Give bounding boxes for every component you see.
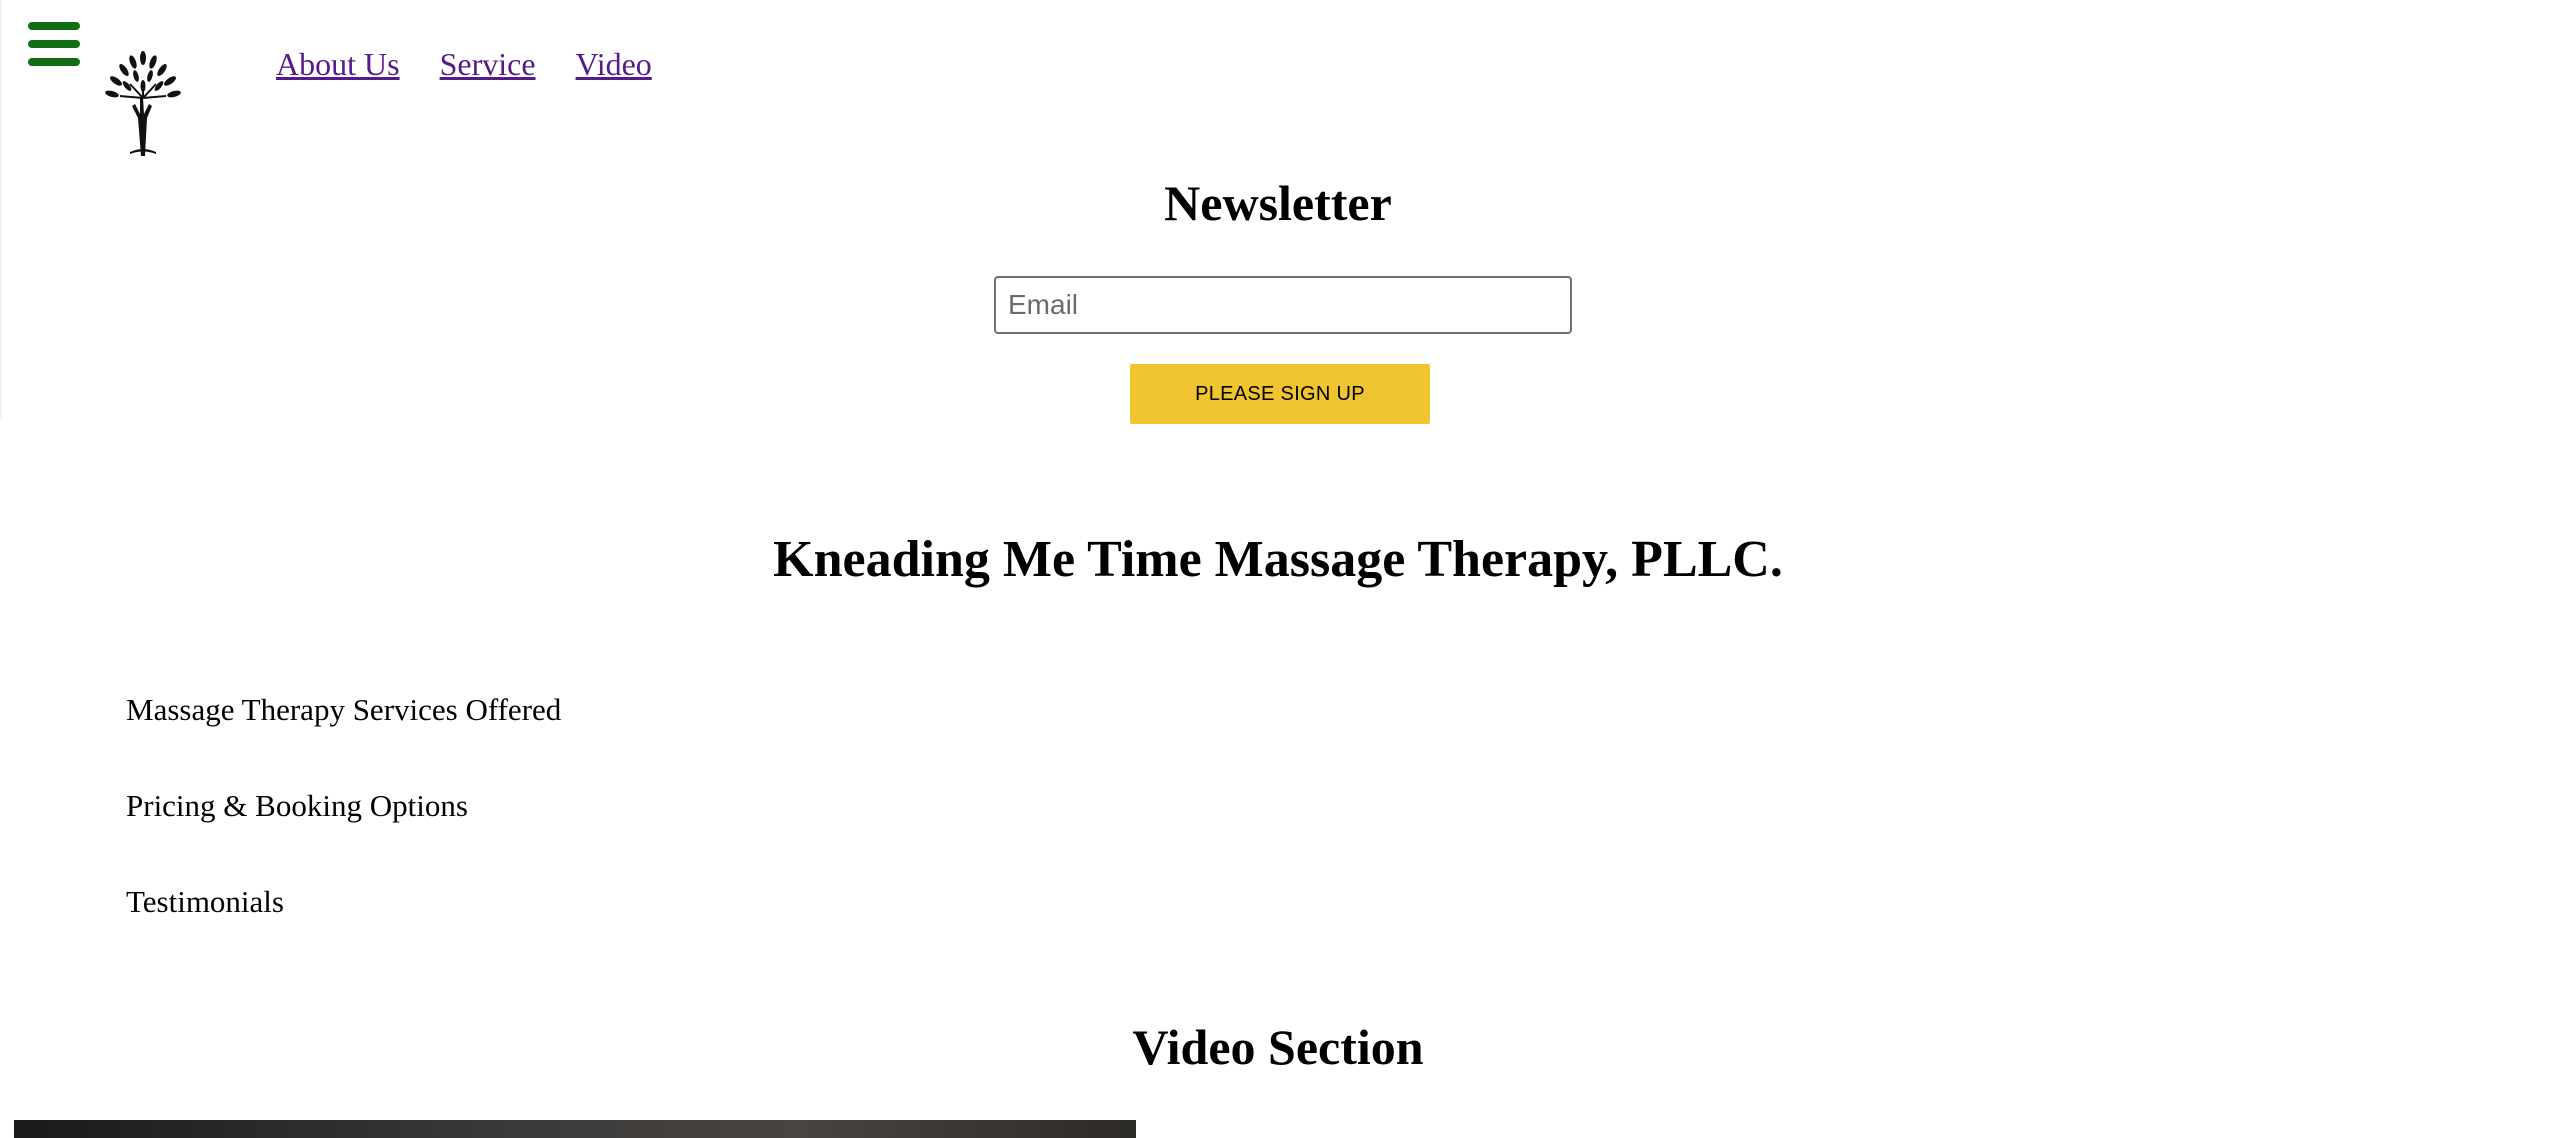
newsletter-title: Newsletter [1164,175,1392,231]
services-item: Pricing & Booking Options [126,788,468,823]
tree-logo-icon[interactable] [100,48,186,160]
business-title: Kneading Me Time Massage Therapy, PLLC. [773,531,1783,588]
signup-button[interactable]: PLEASE SIGN UP [1130,364,1430,424]
nav-link-service[interactable]: Service [440,46,536,83]
nav-link-video[interactable]: Video [576,46,652,83]
services-list: Massage Therapy Services Offered Pricing… [126,690,561,978]
email-input[interactable] [994,276,1572,334]
main-nav: About Us Service Video [276,46,652,83]
hamburger-bar [28,40,80,48]
hamburger-bar [28,22,80,30]
nav-link-about-us[interactable]: About Us [276,46,400,83]
services-item: Massage Therapy Services Offered [126,692,562,727]
hamburger-menu-icon[interactable] [28,22,82,68]
services-item: Testimonials [126,884,284,919]
video-section-title: Video Section [1132,1019,1424,1075]
page: About Us Service Video Newsletter PLEASE… [0,0,2556,1138]
video-player[interactable] [14,1120,1136,1138]
hamburger-bar [28,58,80,66]
